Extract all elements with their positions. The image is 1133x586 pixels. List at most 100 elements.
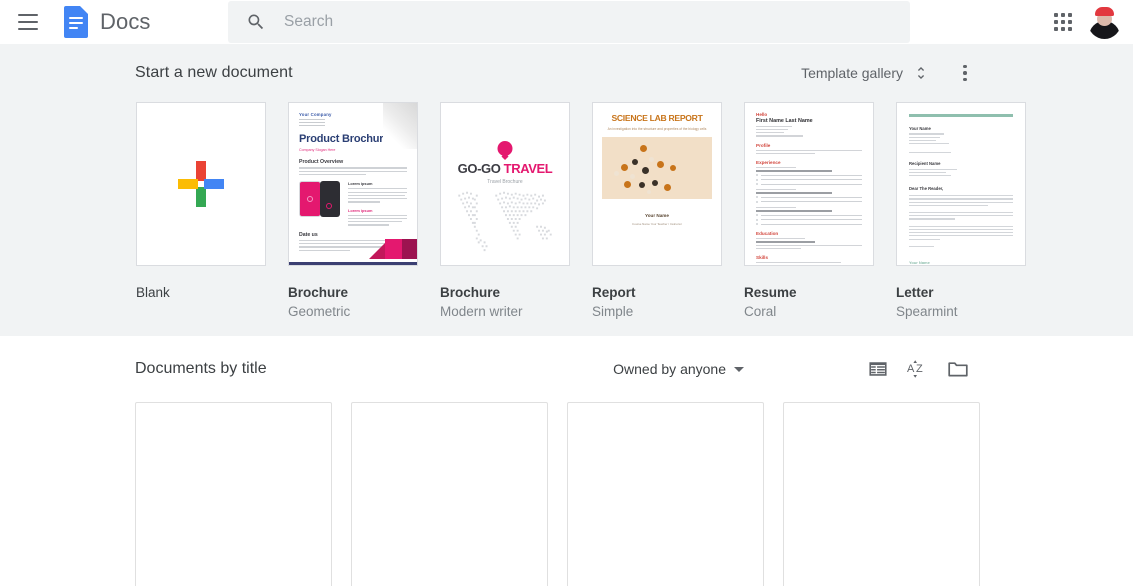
section-title-start-new-document: Start a new document xyxy=(135,64,293,81)
section-title-documents: Documents by title xyxy=(135,360,267,377)
letter-recipient: Recipient Name xyxy=(909,161,941,167)
google-docs-logo[interactable] xyxy=(64,6,90,38)
resume-section: Experience xyxy=(756,159,781,165)
resume-section: Profile xyxy=(756,142,771,148)
documents-section: Documents by title Owned by anyone A Z xyxy=(0,336,1133,586)
folder-button[interactable] xyxy=(938,349,978,389)
resume-name: First Name Last Name xyxy=(756,118,813,124)
resume-section: Skills xyxy=(756,255,769,261)
template-style: Modern writer xyxy=(440,304,523,320)
user-avatar[interactable] xyxy=(1088,5,1121,39)
letter-sender: Your Name xyxy=(909,126,931,132)
search-input[interactable] xyxy=(284,13,844,31)
template-list: Blank Your Company Product Brochure Comp… xyxy=(0,102,1133,322)
template-card-blank[interactable]: Blank xyxy=(136,102,266,322)
docs-logo-lines xyxy=(69,17,83,32)
travel-logo-icon xyxy=(497,141,513,156)
template-thumbnail-brochure-geometric[interactable]: Your Company Product Brochure Company Sl… xyxy=(288,102,418,266)
brochure-col-head: Lorem ipsum xyxy=(348,181,373,187)
report-title: SCIENCE LAB REPORT xyxy=(611,113,703,123)
list-view-button[interactable] xyxy=(858,349,898,389)
report-meta: Course Name Your Teacher / Instructor xyxy=(632,222,682,226)
hamburger-line xyxy=(18,14,38,16)
svg-text:Z: Z xyxy=(916,363,923,375)
svg-text:A: A xyxy=(907,363,915,375)
templates-actions: Template gallery xyxy=(797,55,983,91)
page-fold-decoration xyxy=(383,103,417,149)
template-card-brochure-modern-writer[interactable]: GO-GO TRAVEL Travel Brochure Brochure Mo… xyxy=(440,102,570,322)
template-style: Spearmint xyxy=(896,304,958,320)
template-thumbnail-brochure-modern-writer[interactable]: GO-GO TRAVEL Travel Brochure xyxy=(440,102,570,266)
list-view-icon xyxy=(869,362,887,376)
template-card-brochure-geometric[interactable]: Your Company Product Brochure Company Sl… xyxy=(288,102,418,322)
search-icon xyxy=(248,14,264,30)
brochure-column: Lorem ipsum Lorem ipsum xyxy=(348,181,407,226)
template-card-resume-coral[interactable]: Hello First Name Last Name Profile Exper… xyxy=(744,102,874,322)
template-thumbnail-letter-spearmint[interactable]: Your Name Recipient Name Dear The Reader… xyxy=(896,102,1026,266)
template-card-report-simple[interactable]: SCIENCE LAB REPORT An investigation into… xyxy=(592,102,722,322)
documents-header-row: Documents by title Owned by anyone A Z xyxy=(0,336,1133,402)
travel-brand: GO-GO TRAVEL xyxy=(441,161,569,176)
brochure-section: Product Overview xyxy=(299,159,344,166)
letter-sender-address xyxy=(909,133,1013,145)
document-card[interactable] xyxy=(351,402,548,586)
hamburger-line xyxy=(18,28,38,30)
more-vert-icon[interactable] xyxy=(947,55,983,91)
app-header: Docs xyxy=(0,0,1133,44)
template-name: Letter xyxy=(896,285,934,300)
app-title: Docs xyxy=(100,9,151,34)
letter-signoff: Your Name xyxy=(909,259,930,265)
template-name: Brochure xyxy=(440,285,501,300)
brochure-col-head-accent: Lorem ipsum xyxy=(348,207,373,213)
template-name: Brochure xyxy=(288,285,349,300)
header-actions xyxy=(1052,0,1121,44)
brochure-phone-illustration xyxy=(299,181,343,218)
document-card[interactable] xyxy=(783,402,980,586)
document-card[interactable] xyxy=(567,402,764,586)
brochure-bottom-section: Date us xyxy=(299,231,318,238)
resume-section: Education xyxy=(756,231,779,237)
resume-contact-lines xyxy=(756,126,862,137)
world-map-illustration xyxy=(445,183,565,255)
folder-icon xyxy=(948,362,968,377)
owner-filter-label: Owned by anyone xyxy=(613,361,726,377)
travel-brand-left: GO-GO xyxy=(457,161,504,176)
template-thumbnail-blank[interactable] xyxy=(136,102,266,266)
document-card[interactable] xyxy=(135,402,332,586)
docs-logo-fold xyxy=(80,6,88,14)
template-gallery-button[interactable]: Template gallery xyxy=(797,58,933,88)
template-name: Resume xyxy=(744,285,797,300)
template-name: Report xyxy=(592,285,636,300)
hamburger-line xyxy=(18,21,38,23)
google-plus-icon xyxy=(178,161,224,207)
letter-salutation: Dear The Reader, xyxy=(909,186,944,192)
brochure-bottom-rule xyxy=(289,262,417,265)
template-style: Simple xyxy=(592,304,634,320)
sort-button[interactable]: A Z xyxy=(898,349,938,389)
report-author: Your Name xyxy=(645,213,669,218)
unfold-more-icon xyxy=(917,67,925,79)
google-apps-grid-icon[interactable] xyxy=(1052,11,1074,33)
molecule-illustration xyxy=(602,137,712,199)
start-new-document-section: Start a new document Template gallery Bl… xyxy=(0,44,1133,336)
brochure-body-lines xyxy=(299,167,407,176)
spearmint-accent-bar xyxy=(909,114,1013,118)
template-thumbnail-resume-coral[interactable]: Hello First Name Last Name Profile Exper… xyxy=(744,102,874,266)
template-style: Coral xyxy=(744,304,777,320)
geometric-shape-decoration xyxy=(361,239,417,259)
report-subtitle: An investigation into the structure and … xyxy=(607,127,707,131)
owner-filter-dropdown[interactable]: Owned by anyone xyxy=(609,355,748,383)
hamburger-menu-icon[interactable] xyxy=(18,10,42,34)
resume-hello: Hello xyxy=(756,112,768,117)
template-thumbnail-report-simple[interactable]: SCIENCE LAB REPORT An investigation into… xyxy=(592,102,722,266)
template-name: Blank xyxy=(136,285,170,300)
template-style: Geometric xyxy=(288,304,351,320)
search-bar[interactable] xyxy=(228,1,910,43)
template-gallery-label: Template gallery xyxy=(801,65,903,81)
documents-controls: Owned by anyone A Z xyxy=(609,349,978,389)
travel-brand-right: TRAVEL xyxy=(503,161,553,176)
arrow-drop-down-icon xyxy=(734,366,744,372)
template-card-letter-spearmint[interactable]: Your Name Recipient Name Dear The Reader… xyxy=(896,102,1026,322)
templates-header-row: Start a new document Template gallery xyxy=(0,44,1133,102)
sort-az-icon: A Z xyxy=(907,360,923,378)
